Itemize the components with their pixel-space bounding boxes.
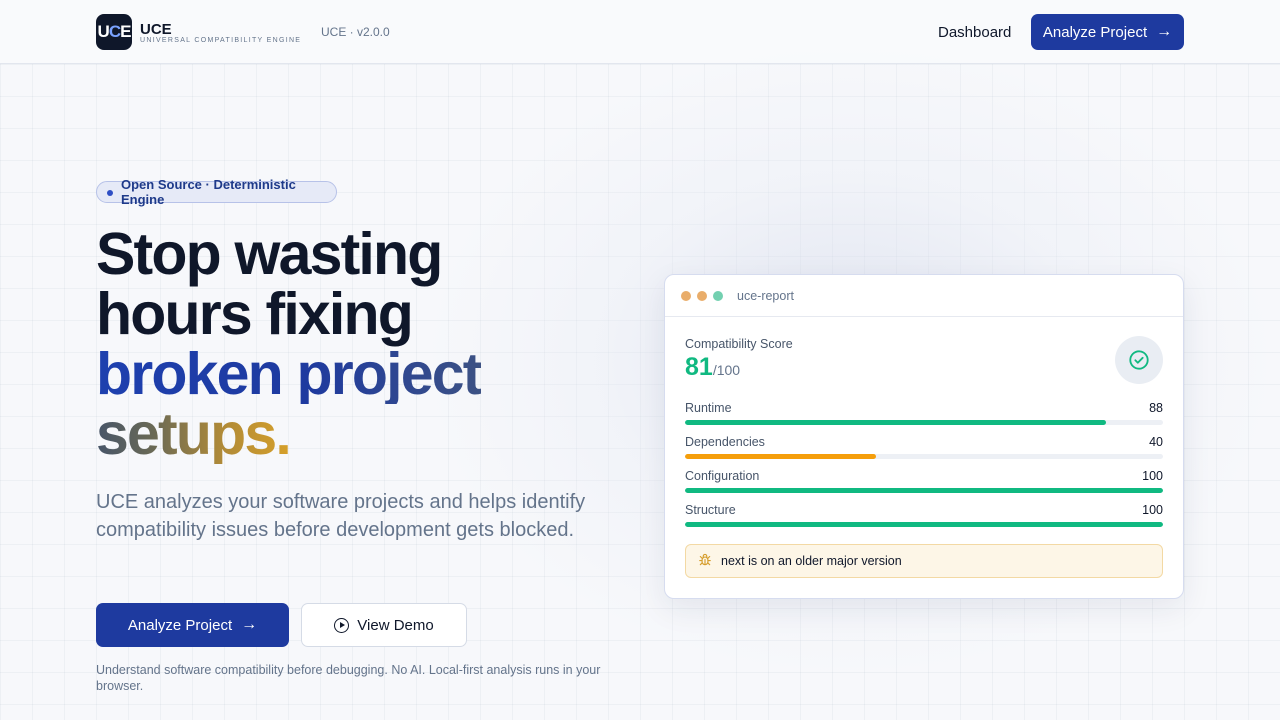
brand-tagline: UNIVERSAL COMPATIBILITY ENGINE [140, 37, 302, 44]
dashboard-link[interactable]: Dashboard [938, 24, 1011, 41]
brand-name[interactable]: UCE [140, 21, 172, 38]
report-card: uce-report Compatibility Score 81/100 Ru… [664, 274, 1184, 599]
view-demo-button[interactable]: View Demo [301, 603, 467, 647]
hero-description: UCE analyzes your software projects and … [96, 491, 586, 541]
headline-line-1: Stop wasting [96, 221, 443, 287]
metric-value: 88 [1149, 401, 1163, 415]
nav-analyze-project-button[interactable]: Analyze Project → [1031, 14, 1184, 50]
top-navbar: UCE UCE UNIVERSAL COMPATIBILITY ENGINE U… [0, 0, 1280, 64]
bug-icon [698, 553, 712, 570]
hero-analyze-project-button[interactable]: Analyze Project → [96, 603, 289, 647]
view-demo-label: View Demo [357, 616, 434, 634]
report-window-title: uce-report [737, 289, 794, 303]
metric-name: Structure [685, 503, 736, 517]
metric-bar-track [685, 420, 1163, 425]
warning-banner: next is on an older major version [685, 544, 1163, 578]
metric-name: Dependencies [685, 435, 765, 449]
arrow-right-icon: → [241, 616, 258, 633]
score-value: 81 [685, 353, 713, 381]
logo-mark[interactable]: UCE [96, 14, 132, 50]
metric-value: 100 [1142, 503, 1163, 517]
score-max: /100 [712, 362, 741, 378]
metric-value: 100 [1142, 469, 1163, 483]
report-window-header: uce-report [665, 275, 1183, 317]
window-dot-icon [681, 291, 691, 301]
metric-bar-fill [685, 488, 1163, 493]
metric-bar-track [685, 522, 1163, 527]
hero-badge: Open Source · Deterministic Engine [96, 177, 337, 207]
metric-name: Configuration [685, 469, 760, 483]
check-circle-icon [1115, 336, 1163, 384]
window-dot-icon [697, 291, 707, 301]
metric-bar-track [685, 454, 1163, 459]
window-dot-icon [713, 291, 723, 301]
headline-line-2: hours fixing [96, 281, 414, 347]
score-label: Compatibility Score [685, 337, 793, 351]
hero-badge-label: Open Source · Deterministic Engine [121, 177, 296, 207]
hero-analyze-project-label: Analyze Project [127, 616, 233, 634]
arrow-right-icon: → [1156, 23, 1173, 40]
play-circle-icon [334, 617, 350, 633]
badge-dot-icon [107, 190, 113, 196]
nav-analyze-project-label: Analyze Project [1042, 23, 1148, 41]
version-label: UCE · v2.0.0 [321, 25, 390, 39]
metric-name: Runtime [685, 401, 732, 415]
metric-bar-fill [685, 522, 1163, 527]
headline-line-4: setups. [96, 401, 292, 467]
metric-value: 40 [1149, 435, 1163, 449]
hero-fineprint: Understand software compatibility before… [96, 663, 601, 693]
headline-line-3: broken project [96, 341, 482, 407]
metric-bar-fill [685, 454, 877, 459]
compatibility-score: 81/100 [685, 353, 740, 382]
metric-bar-track [685, 488, 1163, 493]
metric-bar-fill [685, 420, 1106, 425]
warning-text: next is on an older major version [721, 554, 902, 568]
